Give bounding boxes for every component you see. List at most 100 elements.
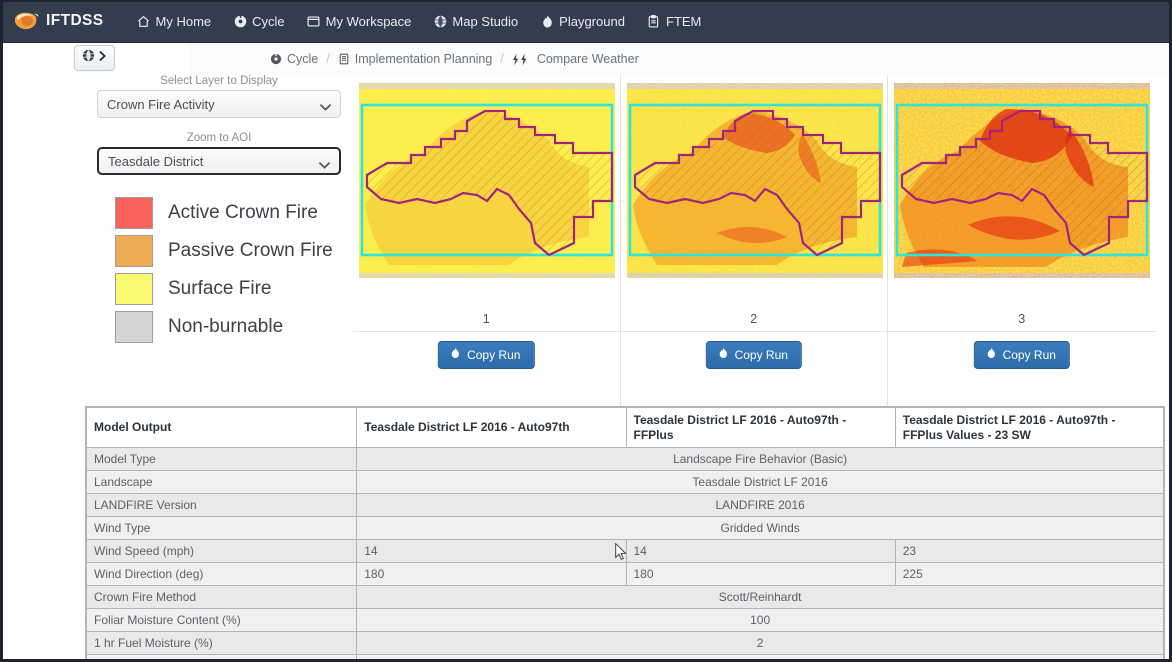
brand[interactable]: IFTDSS — [13, 10, 104, 32]
table-head: Model Output Teasdale District LF 2016 -… — [86, 407, 1164, 448]
table-row-label: Wind Speed (mph) — [86, 539, 358, 563]
breadcrumb-item-implementation-planning[interactable]: Implementation Planning — [338, 52, 493, 66]
table-row: Model Type Landscape Fire Behavior (Basic… — [86, 447, 1164, 471]
model-output-table: Model Output Teasdale District LF 2016 -… — [86, 407, 1164, 662]
window-frame-top — [0, 0, 1172, 2]
legend-item: Surface Fire — [115, 273, 353, 305]
breadcrumb-item-compare-weather[interactable]: Compare Weather — [512, 52, 639, 66]
table-body: Model Type Landscape Fire Behavior (Basic… — [86, 447, 1164, 662]
aoi-select-label: Zoom to AOI — [186, 132, 252, 144]
model-output-table-wrap: Model Output Teasdale District LF 2016 -… — [85, 406, 1165, 662]
nav-label: Playground — [559, 13, 625, 29]
page-content: Select Layer to Display Crown Fire Activ… — [0, 75, 1172, 662]
legend-swatch-surface-fire — [115, 273, 153, 305]
fire-behavior-map-3[interactable] — [894, 83, 1150, 278]
flame-icon — [986, 347, 997, 362]
breadcrumb-separator: / — [326, 52, 330, 66]
aoi-select[interactable]: Teasdale District — [97, 147, 341, 175]
nav-item-cycle[interactable]: Cycle — [222, 0, 296, 43]
crown-fire-legend: Active Crown Fire Passive Crown Fire Sur… — [85, 197, 353, 343]
legend-swatch-passive-crown-fire — [115, 235, 153, 267]
copy-run-button-3[interactable]: Copy Run — [973, 341, 1070, 369]
table-cell: 23 — [894, 539, 1164, 563]
cycle-icon — [233, 14, 247, 28]
nav-item-my-workspace[interactable]: My Workspace — [296, 0, 423, 43]
table-cell-merged: 2 — [356, 631, 1164, 655]
nav-item-playground[interactable]: Playground — [529, 0, 636, 43]
table-row: Wind Direction (deg) 180 180 225 — [86, 562, 1164, 586]
table-row: Landscape Teasdale District LF 2016 — [86, 470, 1164, 494]
nav-label: My Workspace — [325, 13, 412, 29]
brand-name: IFTDSS — [46, 12, 104, 29]
table-cell: 180 — [356, 562, 627, 586]
layer-select-wrap: Crown Fire Activity — [97, 90, 341, 118]
breadcrumb-label: Cycle — [287, 52, 319, 66]
table-cell-merged: Landscape Fire Behavior (Basic) — [356, 447, 1164, 471]
table-row-label: LANDFIRE Version — [86, 493, 358, 517]
map-cell-1: 1 Copy Run — [353, 75, 621, 435]
sub-header: Cycle / Implementation Planning / Compar… — [0, 43, 1172, 75]
table-cell: 225 — [894, 562, 1164, 586]
table-row-label: Crown Fire Method — [86, 585, 358, 609]
layer-select-label: Select Layer to Display — [160, 75, 278, 87]
table-header-cell-0: Model Output — [86, 407, 358, 448]
nav-item-map-studio[interactable]: Map Studio — [422, 0, 529, 43]
flame-icon — [718, 347, 729, 362]
legend-label: Non-burnable — [168, 316, 284, 337]
legend-item: Active Crown Fire — [115, 197, 353, 229]
copy-run-label: Copy Run — [1002, 347, 1056, 362]
breadcrumb-label: Compare Weather — [536, 52, 639, 66]
table-row: LANDFIRE Version LANDFIRE 2016 — [86, 493, 1164, 517]
table-row: Crown Fire Method Scott/Reinhardt — [86, 585, 1164, 609]
nav-item-ftem[interactable]: FTEM — [636, 0, 712, 43]
table-cell: 14 — [356, 539, 627, 563]
clipboard-icon — [647, 14, 661, 28]
divider — [620, 331, 887, 332]
table-row-label: Wind Type — [86, 516, 358, 540]
map-cell-3: 3 Copy Run — [888, 75, 1156, 435]
table-row: 1 hr Fuel Moisture (%) 2 — [86, 631, 1164, 655]
flame-icon — [540, 14, 554, 28]
left-gutter — [3, 75, 85, 662]
legend-label: Surface Fire — [168, 278, 272, 299]
nav-item-my-home[interactable]: My Home — [126, 0, 223, 43]
document-icon — [338, 53, 350, 65]
table-header-cell-3: Teasdale District LF 2016 - Auto97th - F… — [894, 407, 1164, 448]
legend-swatch-non-burnable — [115, 311, 153, 343]
legend-label: Active Crown Fire — [168, 202, 318, 223]
layer-select[interactable]: Crown Fire Activity — [97, 90, 341, 118]
map-cell-2: 2 Copy Run — [620, 75, 888, 435]
copy-run-button-2[interactable]: Copy Run — [705, 341, 802, 369]
table-row-label: Landscape — [86, 470, 358, 494]
fire-behavior-map-2[interactable] — [626, 83, 883, 278]
table-row-label: Wind Direction (deg) — [86, 562, 358, 586]
breadcrumb: Cycle / Implementation Planning / Compar… — [190, 43, 1172, 75]
globe-toggle-button[interactable] — [74, 45, 115, 71]
table-header-row: Model Output Teasdale District LF 2016 -… — [86, 407, 1164, 448]
legend-swatch-active-crown-fire — [115, 197, 153, 229]
table-header-cell-2: Teasdale District LF 2016 - Auto97th - F… — [625, 407, 896, 448]
copy-run-label: Copy Run — [734, 347, 788, 362]
table-cell-merged: Teasdale District LF 2016 — [356, 470, 1164, 494]
table-row: Foliar Moisture Content (%) 100 — [86, 608, 1164, 632]
fire-behavior-map-1[interactable] — [359, 83, 615, 278]
map-label: 3 — [1018, 312, 1026, 326]
legend-item: Passive Crown Fire — [115, 235, 353, 267]
globe-icon — [433, 14, 447, 28]
legend-item: Non-burnable — [115, 311, 353, 343]
table-cell-merged: 100 — [356, 608, 1164, 632]
divider — [888, 331, 1156, 332]
copy-run-button-1[interactable]: Copy Run — [438, 341, 535, 369]
breadcrumb-item-cycle[interactable]: Cycle — [270, 52, 318, 66]
map-comparison-strip: 1 Copy Run 2 Copy Run 3 Copy Run — [353, 75, 1156, 435]
double-bolt-icon — [512, 53, 532, 66]
nav-label: Map Studio — [452, 13, 519, 29]
table-row-label: Foliar Moisture Content (%) — [86, 608, 358, 632]
legend-label: Passive Crown Fire — [168, 240, 333, 261]
table-header-cell-1: Teasdale District LF 2016 - Auto97th — [356, 407, 627, 448]
home-icon — [137, 14, 151, 28]
breadcrumb-label: Implementation Planning — [354, 52, 493, 66]
chevron-right-icon — [98, 49, 107, 67]
table-row: Wind Speed (mph) 14 14 23 — [86, 539, 1164, 563]
controls-panel: Select Layer to Display Crown Fire Activ… — [85, 75, 353, 388]
